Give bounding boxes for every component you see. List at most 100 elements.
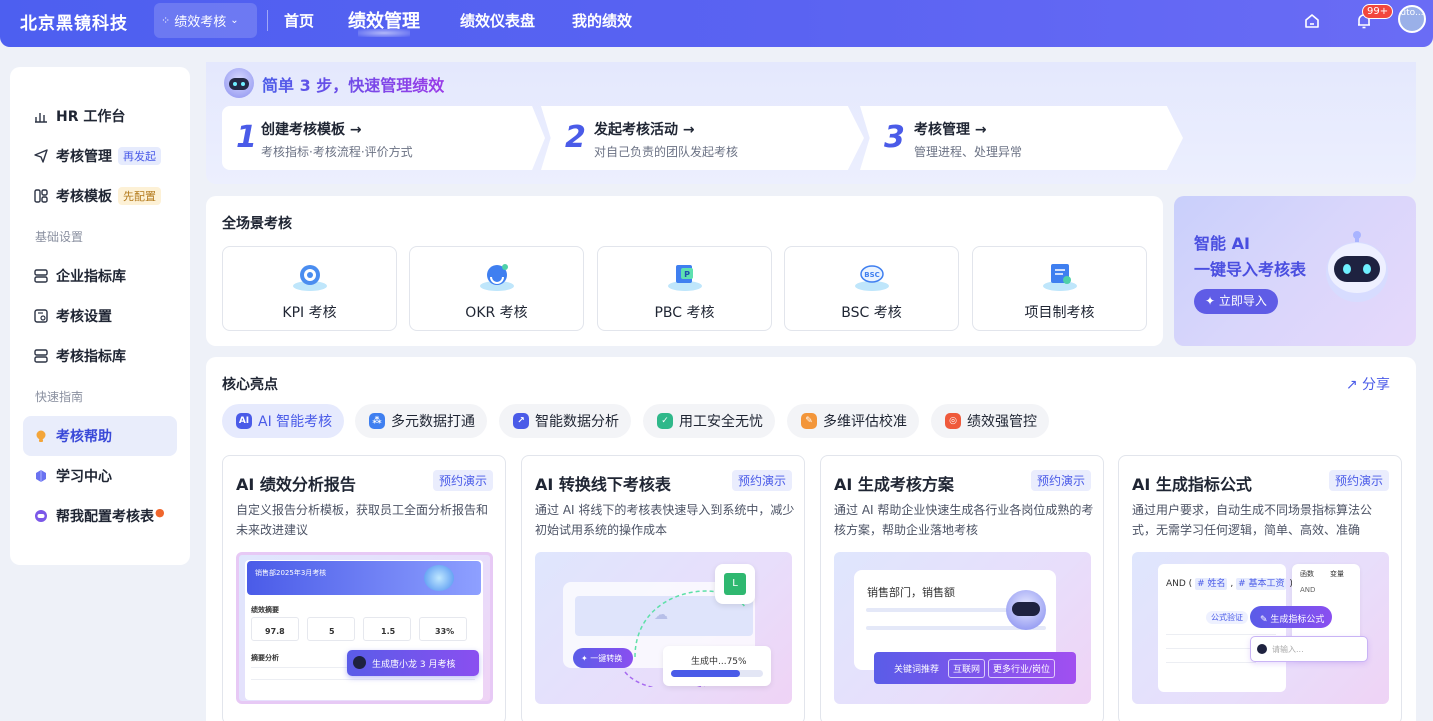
nav-my-performance[interactable]: 我的绩效 — [572, 0, 632, 40]
sidebar-item-review-help[interactable]: 考核帮助 — [23, 416, 177, 456]
step-manage-review[interactable]: 3 考核管理 → 管理进程、处理异常 — [860, 106, 1183, 170]
doc-edit-icon: ✎ — [801, 413, 817, 429]
import-now-button[interactable]: ✦ 立即导入 — [1194, 289, 1278, 314]
mock-progress-text: 生成中...75% — [691, 657, 747, 667]
feature-card-ai-convert[interactable]: AI 转换线下考核表 预约演示 通过 AI 将线下的考核表快速导入到系统中，减少… — [521, 455, 805, 721]
avatar-text: uto... — [1400, 8, 1424, 18]
mock-section: 摘要分析 — [251, 654, 279, 662]
tab-data-analysis[interactable]: ↗ 智能数据分析 — [499, 404, 631, 438]
sparkle-icon: ✦ — [1205, 294, 1216, 308]
scenario-section: 全场景考核 KPI 考核 OKR 考核 P PBC 考核 BSC BSC 考核 … — [206, 196, 1163, 346]
share-button[interactable]: ↗ 分享 — [1346, 374, 1390, 394]
nav-performance-management[interactable]: 绩效管理 — [348, 0, 420, 40]
ai-import-title: 智能 AI — [1194, 234, 1250, 253]
template-icon — [33, 189, 48, 204]
tab-ai-review[interactable]: AI AI 智能考核 — [222, 404, 345, 438]
mock-input[interactable]: 请输入... — [1272, 644, 1304, 655]
mock-section: 绩效摘要 — [251, 606, 279, 614]
sidebar-item-review-settings[interactable]: 考核设置 — [23, 296, 177, 336]
tab-strong-control[interactable]: ◎ 绩效强管控 — [931, 404, 1049, 438]
scenario-label: 项目制考核 — [1024, 305, 1095, 321]
sidebar-item-review-template[interactable]: 考核模板 先配置 — [23, 176, 177, 216]
book-demo-button[interactable]: 预约演示 — [1030, 470, 1091, 491]
ai-import-card[interactable]: 智能 AI 一键导入考核表 ✦ 立即导入 — [1174, 196, 1416, 346]
ai-icon: AI — [236, 413, 252, 429]
sidebar-item-enterprise-indicators[interactable]: 企业指标库 — [23, 256, 177, 296]
module-selector[interactable]: ⁘ 绩效考核 ⌄ — [154, 3, 257, 38]
mock-banner: 销售部2025年3月考核 — [255, 569, 327, 577]
settings-doc-icon — [33, 309, 48, 324]
sidebar-item-label: 帮我配置考核表 — [56, 509, 154, 525]
sidebar-item-review-indicators[interactable]: 考核指标库 — [23, 336, 177, 376]
svg-text:P: P — [684, 270, 690, 279]
sidebar-group-basic-settings: 基础设置 — [35, 230, 84, 244]
okr-icon — [480, 264, 514, 291]
home-icon[interactable] — [1301, 10, 1323, 32]
scenario-label: KPI 考核 — [282, 305, 337, 321]
robot-icon — [1257, 644, 1267, 654]
robot-icon — [224, 68, 254, 98]
avatar[interactable]: uto... — [1398, 5, 1426, 33]
feature-card-ai-report[interactable]: AI 绩效分析报告 预约演示 自定义报告分析模板，获取员工全面分析报告和未来改进… — [222, 455, 506, 721]
formula-illustration: AND ( # 姓名 , # 基本工资 ) 公式验证 函数 变量 AND ✎ 生… — [1132, 552, 1389, 704]
sidebar-item-hr-workbench[interactable]: HR 工作台 — [23, 96, 177, 136]
sidebar-item-config-assistant[interactable]: 帮我配置考核表 ● — [23, 496, 177, 536]
sidebar-item-label: 考核管理 — [56, 149, 112, 165]
step-desc: 对自己负责的团队发起考核 — [594, 145, 739, 159]
tab-employment-safety[interactable]: ✓ 用工安全无忧 — [643, 404, 775, 438]
feature-desc: 通过 AI 将线下的考核表快速导入到系统中，减少初始试用系统的操作成本 — [535, 503, 795, 537]
project-icon — [1043, 264, 1077, 291]
sidebar-item-learning-center[interactable]: 学习中心 — [23, 456, 177, 496]
convert-illustration: ☁ L ✦ 一键转换 生成中...75% — [535, 552, 792, 704]
scenario-card-kpi[interactable]: KPI 考核 — [222, 246, 397, 331]
sidebar-item-review-management[interactable]: 考核管理 再发起 — [23, 136, 177, 176]
nav-home[interactable]: 首页 — [284, 0, 314, 40]
grid-icon: ⁘ — [161, 14, 171, 27]
mock-cta: 生成唐小龙 3 月考核 — [372, 660, 456, 670]
scenario-card-okr[interactable]: OKR 考核 — [409, 246, 584, 331]
mock-kpi: 97.8 — [265, 627, 285, 636]
arrow-right-icon: → — [349, 122, 362, 138]
shield-icon: ✓ — [657, 413, 673, 429]
brand-name[interactable]: 北京黑镜科技 — [20, 9, 128, 34]
scenario-label: OKR 考核 — [465, 305, 528, 321]
book-demo-button[interactable]: 预约演示 — [731, 470, 792, 491]
pbc-icon: P — [668, 265, 702, 291]
share-icon: ↗ — [1345, 377, 1358, 393]
scenario-card-bsc[interactable]: BSC BSC 考核 — [784, 246, 959, 331]
sidebar-item-label: 考核设置 — [56, 309, 112, 325]
scenario-label: PBC 考核 — [654, 305, 715, 321]
book-demo-button[interactable]: 预约演示 — [1328, 470, 1389, 491]
step-title: 创建考核模板 → — [261, 122, 362, 138]
feature-card-ai-plan[interactable]: AI 生成考核方案 预约演示 通过 AI 帮助企业快速生成各行业各岗位成熟的考核… — [820, 455, 1104, 721]
nav-dashboard[interactable]: 绩效仪表盘 — [460, 0, 535, 40]
mock-field: 销售部门，销售额 — [867, 586, 955, 599]
mock-kpi: 5 — [329, 627, 335, 636]
arrow-right-icon: → — [682, 122, 695, 138]
arrow-right-icon: → — [974, 122, 987, 138]
gem-icon — [33, 469, 48, 484]
book-demo-button[interactable]: 预约演示 — [432, 470, 493, 491]
ai-robot-icon — [33, 509, 48, 524]
tab-calibration[interactable]: ✎ 多维评估校准 — [787, 404, 919, 438]
mock-formula: AND ( # 姓名 , # 基本工资 ) — [1166, 578, 1293, 590]
indicator-icon — [33, 269, 48, 284]
mock-progress-track — [671, 670, 763, 677]
ai-robot-illustration — [1326, 231, 1388, 302]
feature-title: AI 生成指标公式 — [1132, 475, 1252, 494]
mock-cta: ✎ 生成指标公式 — [1260, 615, 1325, 625]
feature-card-ai-formula[interactable]: AI 生成指标公式 预约演示 通过用户要求，自动生成不同场景指标算法公式，无需学… — [1118, 455, 1402, 721]
mock-side: AND — [1300, 586, 1316, 594]
divider — [267, 10, 268, 31]
fire-icon: ● — [155, 505, 165, 519]
excel-icon: L — [724, 573, 746, 595]
scenario-card-pbc[interactable]: P PBC 考核 — [597, 246, 772, 331]
tab-data-integration[interactable]: ⁂ 多元数据打通 — [355, 404, 487, 438]
scenario-card-project[interactable]: 项目制考核 — [972, 246, 1147, 331]
step-launch-activity[interactable]: 2 发起考核活动 → 对自己负责的团队发起考核 — [541, 106, 864, 170]
steps-title: 简单 3 步，快速管理绩效 — [262, 72, 444, 96]
step-create-template[interactable]: 1 创建考核模板 → 考核指标·考核流程·评价方式 — [222, 106, 545, 170]
step-title: 发起考核活动 → — [594, 122, 695, 138]
top-bar: 北京黑镜科技 ⁘ 绩效考核 ⌄ 首页 绩效管理 绩效仪表盘 我的绩效 99+ u… — [0, 0, 1433, 47]
mock-chip: 互联网 — [948, 659, 986, 678]
